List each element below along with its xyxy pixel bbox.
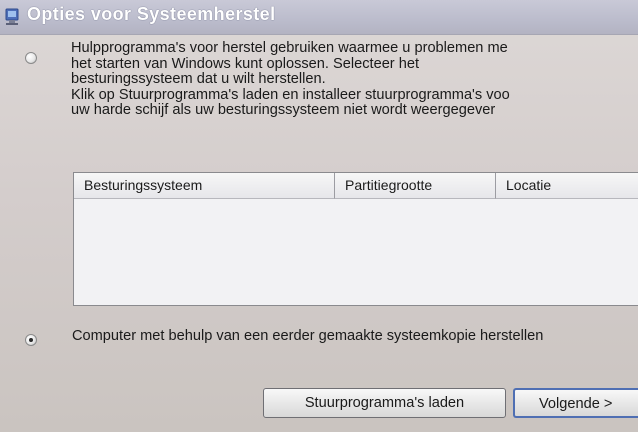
radio-restore-system-image[interactable] — [25, 334, 37, 346]
load-drivers-button[interactable]: Stuurprogramma's laden — [263, 388, 506, 418]
window-title: Opties voor Systeemherstel — [27, 4, 276, 24]
restore-system-image-label[interactable]: Computer met behulp van een eerder gemaa… — [72, 328, 632, 344]
title-bar: Opties voor Systeemherstel — [0, 0, 638, 35]
operating-system-table[interactable]: Besturingssysteem Partitiegrootte Locati… — [73, 172, 638, 306]
column-header-partition-size[interactable]: Partitiegrootte — [335, 173, 496, 199]
repair-tools-description-line: Klik op Stuurprogramma's laden en instal… — [71, 86, 510, 103]
repair-tools-description-line: uw harde schijf als uw besturingssysteem… — [71, 102, 496, 118]
repair-tools-description-line: besturingssysteem dat u wilt herstellen. — [71, 71, 326, 87]
radio-repair-tools[interactable] — [25, 52, 37, 64]
next-button[interactable]: Volgende > — [513, 388, 638, 418]
column-header-location[interactable]: Locatie — [496, 173, 638, 199]
column-header-operating-system[interactable]: Besturingssysteem — [74, 173, 335, 199]
operating-system-list[interactable] — [74, 199, 638, 305]
repair-tools-description-line: Hulpprogramma's voor herstel gebruiken w… — [71, 40, 508, 56]
repair-tools-description-line: het starten van Windows kunt oplossen. S… — [71, 55, 420, 72]
system-recovery-app-icon — [4, 8, 20, 26]
system-recovery-options-window: Opties voor Systeemherstel Hulpprogramma… — [0, 0, 638, 432]
repair-tools-description: Hulpprogramma's voor herstel gebruiken w… — [71, 40, 638, 119]
